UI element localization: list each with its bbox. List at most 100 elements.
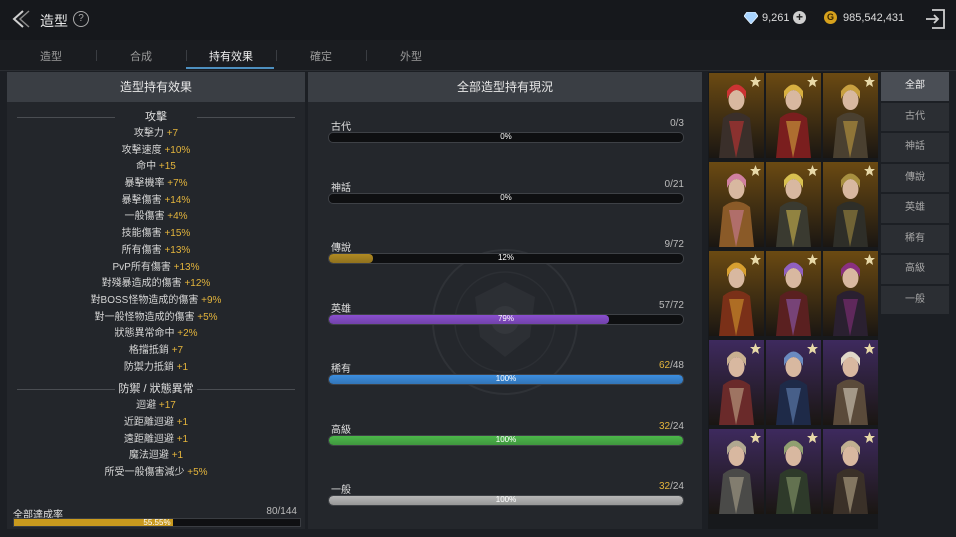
section-title: 防禦 / 狀態異常 bbox=[118, 383, 194, 396]
outfit-card[interactable] bbox=[709, 429, 764, 514]
achievement-count: 80/144 bbox=[266, 506, 297, 517]
rarity-progress-bar: 0% bbox=[328, 132, 684, 143]
outfit-card[interactable] bbox=[823, 340, 878, 425]
tab-confirm[interactable]: 確定 bbox=[276, 48, 366, 64]
stat-row: 所有傷害 +13% bbox=[7, 243, 305, 260]
active-tab-indicator bbox=[186, 67, 274, 69]
tab-appearance[interactable]: 外型 bbox=[366, 48, 456, 64]
stat-row: 命中 +15 bbox=[7, 159, 305, 176]
stat-name: 狀態異常命中 bbox=[114, 328, 175, 340]
stat-name: 迴避 bbox=[136, 400, 157, 412]
stat-value: +13% bbox=[164, 244, 191, 256]
outfit-card[interactable] bbox=[823, 162, 878, 247]
owned-count: 57 bbox=[658, 299, 671, 311]
wing-icon bbox=[750, 343, 761, 354]
filter-button[interactable]: 一般 bbox=[881, 285, 949, 314]
rarity-count: 57/72 bbox=[659, 300, 684, 311]
stat-name: 近距離迴避 bbox=[123, 417, 174, 428]
rarity-count: 0/3 bbox=[670, 118, 684, 129]
exit-icon[interactable] bbox=[924, 8, 946, 30]
stat-name: 所受一般傷害減少 bbox=[104, 467, 185, 479]
stats-list[interactable]: 攻擊 攻擊力 +7 攻擊速度 +10% 命中 +15 暴擊機率 +7% 暴擊傷害 +14… bbox=[7, 108, 305, 486]
rarity-name: 高級 bbox=[331, 424, 351, 436]
achievement-percent: 55.55% bbox=[143, 518, 171, 527]
filter-button[interactable]: 英雄 bbox=[881, 194, 949, 223]
stat-name: 對BOSS怪物造成的傷害 bbox=[90, 294, 199, 306]
crown-icon bbox=[750, 165, 761, 176]
section-header: 攻擊 bbox=[7, 108, 305, 126]
outfit-card[interactable] bbox=[709, 340, 764, 425]
wing-icon bbox=[807, 432, 818, 443]
crown-icon bbox=[864, 76, 875, 87]
stat-name: 遠距離迴避 bbox=[123, 433, 174, 445]
stat-name: PvP所有傷害 bbox=[112, 261, 171, 273]
rarity-percent: 12% bbox=[497, 253, 514, 262]
filter-button[interactable]: 傳說 bbox=[881, 163, 949, 192]
stat-value: +7 bbox=[171, 344, 184, 356]
stat-row: 技能傷害 +15% bbox=[7, 226, 305, 243]
stat-name: 魔法迴避 bbox=[128, 450, 169, 462]
divider bbox=[197, 389, 295, 391]
stat-row: 攻擊力 +7 bbox=[7, 126, 305, 143]
rarity-percent: 100% bbox=[495, 495, 517, 504]
crown-icon bbox=[807, 165, 818, 176]
tab-owned-effects[interactable]: 持有效果 bbox=[186, 48, 276, 64]
stat-name: 攻擊力 bbox=[133, 128, 164, 139]
outfit-card[interactable] bbox=[766, 429, 821, 514]
back-arrow-icon[interactable] bbox=[10, 8, 34, 30]
stat-name: 對一般怪物造成的傷害 bbox=[94, 311, 195, 323]
stat-row: 所受一般傷害減少 +5% bbox=[7, 465, 305, 482]
stat-name: 攻擊速度 bbox=[121, 144, 162, 156]
help-icon[interactable]: ? bbox=[73, 11, 89, 27]
stat-name: 所有傷害 bbox=[121, 244, 162, 256]
stat-row: 暴擊傷害 +14% bbox=[7, 193, 305, 210]
stat-value: +9% bbox=[201, 294, 222, 306]
rarity-row: 一般 32/24 100% bbox=[328, 481, 684, 521]
outfit-card[interactable] bbox=[823, 251, 878, 336]
filter-button[interactable]: 神話 bbox=[881, 133, 949, 162]
filter-button[interactable]: 稀有 bbox=[881, 224, 949, 253]
stat-value: +15% bbox=[164, 228, 191, 240]
stat-value: +4% bbox=[167, 211, 188, 223]
outfit-card[interactable] bbox=[766, 251, 821, 336]
section-title: 攻擊 bbox=[145, 111, 167, 123]
wing-icon bbox=[864, 343, 875, 354]
divider bbox=[17, 117, 115, 118]
owned-count: 32 bbox=[658, 420, 671, 432]
wing-icon bbox=[864, 432, 875, 443]
filter-button[interactable]: 高級 bbox=[881, 255, 949, 284]
outfit-card[interactable] bbox=[709, 251, 764, 336]
stat-row: 狀態異常命中 +2% bbox=[7, 326, 305, 343]
diamond-icon bbox=[744, 12, 758, 24]
tab-outfit[interactable]: 造型 bbox=[6, 48, 96, 64]
outfit-gallery[interactable] bbox=[708, 72, 878, 529]
rarity-name: 英雄 bbox=[331, 303, 351, 315]
outfit-card[interactable] bbox=[709, 162, 764, 247]
stat-name: 格擋抵銷 bbox=[128, 344, 169, 356]
add-diamond-button[interactable]: + bbox=[793, 11, 806, 24]
rarity-filter: 全部 古代 神話 傳說 英雄 稀有 高級 一般 bbox=[881, 72, 949, 316]
rarity-count: 9/72 bbox=[665, 239, 684, 250]
outfit-card[interactable] bbox=[766, 340, 821, 425]
crown-icon bbox=[750, 76, 761, 87]
tab-synthesis[interactable]: 合成 bbox=[96, 48, 186, 64]
stat-row: 對一般怪物造成的傷害 +5% bbox=[7, 310, 305, 327]
stat-name: 暴擊機率 bbox=[124, 178, 165, 190]
rarity-progress-bar: 100% bbox=[328, 434, 684, 446]
crown-icon bbox=[864, 254, 875, 265]
filter-button[interactable]: 古代 bbox=[881, 102, 949, 131]
total-count: /3 bbox=[675, 118, 684, 129]
stat-name: 對殘暴造成的傷害 bbox=[101, 278, 182, 290]
stat-row: 遠距離迴避 +1 bbox=[7, 432, 305, 449]
stat-value: +14% bbox=[164, 194, 191, 206]
filter-button[interactable]: 全部 bbox=[881, 72, 949, 101]
outfit-card[interactable] bbox=[766, 162, 821, 247]
stat-value: +7 bbox=[166, 128, 179, 139]
wing-icon bbox=[807, 343, 818, 354]
outfit-card[interactable] bbox=[709, 73, 764, 158]
stat-value: +1 bbox=[171, 450, 184, 462]
panel-title: 全部造型持有現況 bbox=[308, 72, 702, 102]
outfit-card[interactable] bbox=[823, 73, 878, 158]
outfit-card[interactable] bbox=[823, 429, 878, 514]
outfit-card[interactable] bbox=[766, 73, 821, 158]
